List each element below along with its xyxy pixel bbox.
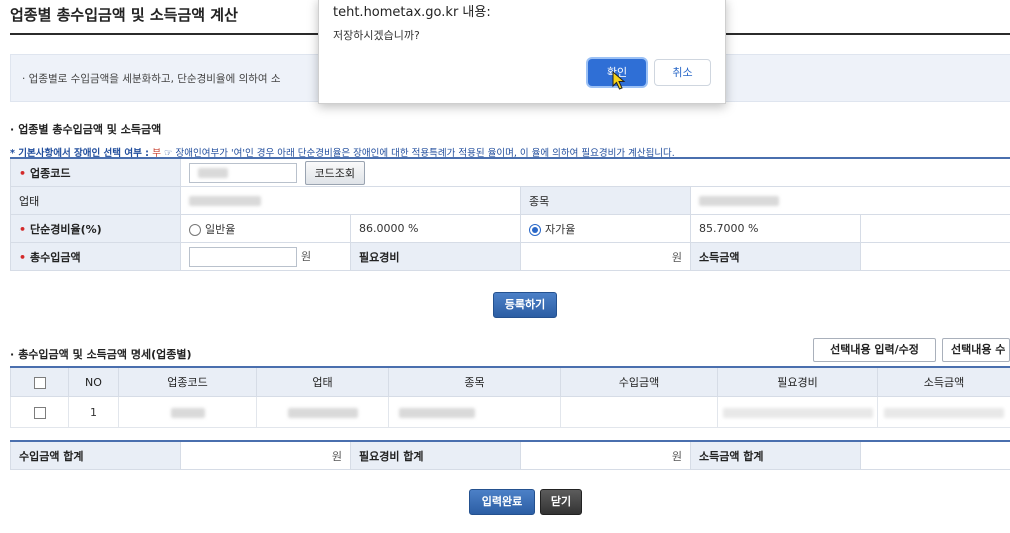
general-rate-value: 86.0000 %	[350, 214, 521, 243]
grid-header-income-amount: 소득금액	[877, 366, 1010, 397]
simple-rate-label: • 단순경비율(%)	[10, 214, 181, 243]
expense-label: 필요경비	[350, 242, 521, 271]
income-label: 소득금액	[690, 242, 861, 271]
row-expense	[717, 396, 878, 428]
register-button[interactable]: 등록하기	[493, 292, 557, 318]
row-checkbox-cell[interactable]	[10, 396, 69, 428]
detail-grid: NO 업종코드 업태 종목 수입금액 필요경비 소득금액 1	[10, 366, 1010, 428]
income-amount-total-label: 소득금액 합계	[690, 440, 861, 470]
business-type-value	[180, 186, 521, 215]
section-title-detail: 총수입금액 및 소득금액 명세(업종별)	[10, 346, 191, 362]
general-rate-option[interactable]: 일반율	[180, 214, 351, 243]
grid-header-income: 수입금액	[560, 366, 718, 397]
row-industry-code	[118, 396, 257, 428]
select-delete-button[interactable]: 선택내용 수	[942, 338, 1010, 362]
expense-total-label: 필요경비 합계	[350, 440, 521, 470]
code-lookup-button[interactable]: 코드조회	[304, 160, 365, 185]
grid-header-item: 종목	[388, 366, 561, 397]
totals-table: 수입금액 합계 원 필요경비 합계 원 소득금액 합계	[10, 440, 1010, 470]
industry-code-input[interactable]	[189, 162, 297, 183]
total-income-label: • 총수입금액	[10, 242, 181, 271]
income-amount-total-value	[860, 440, 1010, 470]
row-income-amount	[877, 396, 1010, 428]
close-button[interactable]: 닫기	[540, 489, 582, 515]
select-all-checkbox[interactable]	[33, 376, 46, 389]
self-rate-value: 85.7000 %	[690, 214, 861, 243]
dialog-cancel-button[interactable]: 취소	[654, 59, 711, 86]
income-total-value: 원	[180, 440, 351, 470]
income-form-table: • 업종코드 코드조회 업태 종목 • 단순경비율(%) 일반율 86.0000 %…	[10, 157, 1010, 271]
table-row[interactable]: 1	[10, 396, 1010, 428]
won-unit: 원	[301, 249, 312, 263]
row-no: 1	[68, 396, 119, 428]
self-rate-radio[interactable]	[529, 223, 541, 236]
select-edit-button[interactable]: 선택내용 입력/수정	[813, 338, 936, 362]
industry-code-cell: 코드조회	[179, 157, 1010, 187]
section-title-income: 업종별 총수입금액 및 소득금액	[10, 121, 161, 137]
pointer-cursor-icon	[612, 70, 626, 94]
grid-header-expense: 필요경비	[717, 366, 878, 397]
grid-header-industry-code: 업종코드	[118, 366, 257, 397]
grid-header-no: NO	[68, 366, 119, 397]
item-value	[689, 186, 1010, 215]
empty-cell	[859, 214, 1010, 243]
total-income-input[interactable]	[189, 246, 297, 267]
expense-value: 원	[520, 242, 691, 271]
notice-text: · 업종별로 수입금액을 세분화하고, 단순경비율에 의하여 소	[22, 73, 281, 85]
business-type-label: 업태	[10, 186, 181, 215]
grid-header-business-type: 업태	[256, 366, 389, 397]
page-title: 업종별 총수입금액 및 소득금액 계산	[10, 6, 238, 24]
row-income	[560, 396, 718, 428]
expense-total-value: 원	[520, 440, 691, 470]
row-item	[388, 396, 561, 428]
income-value	[859, 242, 1010, 271]
dialog-title: teht.hometax.go.kr 내용:	[333, 5, 491, 20]
income-total-label: 수입금액 합계	[10, 440, 181, 470]
grid-header-select-all[interactable]	[10, 366, 69, 397]
self-rate-option[interactable]: 자가율	[520, 214, 691, 243]
industry-code-label: • 업종코드	[10, 157, 181, 187]
row-checkbox[interactable]	[33, 406, 46, 419]
item-label: 종목	[520, 186, 691, 215]
general-rate-radio[interactable]	[189, 223, 201, 236]
row-business-type	[256, 396, 389, 428]
dialog-message: 저장하시겠습니까?	[333, 29, 420, 42]
total-income-cell: 원	[180, 242, 351, 271]
complete-button[interactable]: 입력완료	[469, 489, 535, 515]
